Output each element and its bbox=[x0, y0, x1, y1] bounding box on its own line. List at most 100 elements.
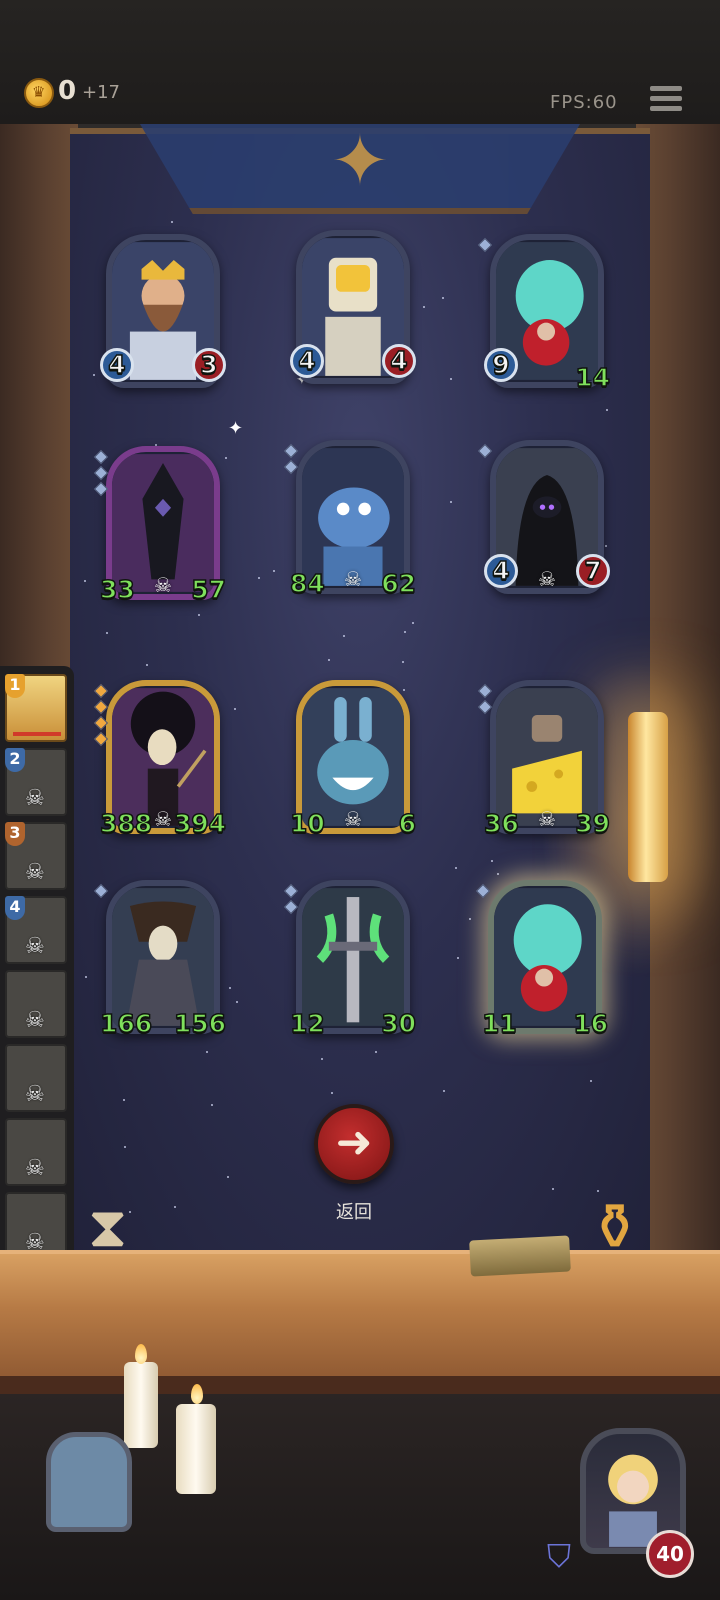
vase-icon: ⚱ bbox=[588, 1191, 642, 1265]
attack-stat: 4 bbox=[484, 554, 518, 588]
attack-stat: 4 bbox=[100, 348, 134, 382]
health-stat: 4 bbox=[382, 344, 416, 378]
health-bar bbox=[13, 732, 61, 736]
enemy-card-bunny-robot[interactable]: 10 ☠ 6 bbox=[289, 680, 417, 839]
player-health: 40 bbox=[646, 1530, 694, 1578]
opponent-list: 1 2 ☠ 3 ☠ 4 ☠ ☠ ☠ ☠ ☠ bbox=[0, 666, 74, 1272]
attack-stat: 10 bbox=[289, 808, 325, 839]
star bbox=[173, 1205, 176, 1208]
attack-stat: 84 bbox=[289, 568, 325, 599]
enemy-card-cheese-golem[interactable]: 36 ☠ 39 bbox=[477, 680, 611, 839]
enemy-card-cursed-sword[interactable]: 12 30 bbox=[283, 880, 417, 1039]
skull-icon: ☠ bbox=[538, 567, 556, 591]
attack-stat: 9 bbox=[484, 348, 518, 382]
star bbox=[83, 579, 86, 582]
attack-stat: 36 bbox=[483, 808, 519, 839]
enemy-card-golden-robot[interactable]: 4 4 bbox=[290, 230, 416, 384]
shield-icon[interactable]: ⛉ bbox=[540, 1536, 578, 1576]
opponent-item[interactable]: ☠ bbox=[5, 970, 67, 1038]
flame-icon bbox=[191, 1384, 203, 1404]
player-portrait-left[interactable] bbox=[46, 1432, 132, 1532]
compass-star-icon: ✦ bbox=[330, 120, 390, 202]
health-stat: 156 bbox=[173, 1008, 227, 1039]
health-stat: 57 bbox=[190, 574, 226, 605]
books-icon bbox=[469, 1235, 571, 1277]
health-stat: 16 bbox=[572, 1008, 608, 1039]
star bbox=[454, 866, 457, 869]
star bbox=[468, 917, 471, 920]
health-stat: 30 bbox=[380, 1008, 416, 1039]
health-stat: 3 bbox=[192, 348, 226, 382]
health-stat: 394 bbox=[173, 808, 227, 839]
opponent-item[interactable]: ☠ bbox=[5, 1044, 67, 1112]
hourglass-icon: ⧗ bbox=[88, 1195, 128, 1260]
enemy-card-blue-dragon[interactable]: 84 ☠ 62 bbox=[283, 440, 417, 599]
rank-badge: 2 bbox=[5, 748, 25, 772]
health-stat: 6 bbox=[398, 808, 417, 839]
attack-stat: 388 bbox=[99, 808, 153, 839]
enemy-card-reaper[interactable]: 166 156 bbox=[93, 880, 227, 1039]
rank-badge: 3 bbox=[5, 822, 25, 846]
star bbox=[443, 1089, 446, 1092]
table-edge bbox=[0, 1376, 720, 1394]
skull-icon: ☠ bbox=[344, 807, 362, 831]
fps-counter: FPS:60 bbox=[550, 92, 618, 113]
star bbox=[449, 500, 452, 503]
enemy-card-ghost-giant[interactable]: 9 14 bbox=[477, 234, 611, 393]
enemy-card-skeleton-mage[interactable]: 388 ☠ 394 bbox=[93, 680, 227, 839]
skull-icon: ☠ bbox=[25, 1082, 45, 1107]
attack-stat: 33 bbox=[99, 574, 135, 605]
enemy-card-ghost-giant-2[interactable]: 11 16 bbox=[475, 880, 609, 1039]
rank-badge: 4 bbox=[5, 896, 25, 920]
star bbox=[404, 630, 407, 633]
star bbox=[342, 634, 345, 637]
enemy-card-dark-knight[interactable]: 33 ☠ 57 bbox=[93, 446, 227, 605]
opponent-item[interactable]: ☠ bbox=[5, 1118, 67, 1186]
rank-badge: 1 bbox=[5, 674, 25, 698]
star bbox=[170, 220, 173, 223]
enemy-card-hooded-shadow[interactable]: 4 ☠ 7 bbox=[477, 440, 610, 594]
skull-icon: ☠ bbox=[25, 786, 45, 811]
health-stat: 62 bbox=[380, 568, 416, 599]
lamp-icon bbox=[628, 712, 668, 882]
health-stat: 39 bbox=[574, 808, 610, 839]
attack-stat: 11 bbox=[481, 1008, 517, 1039]
back-button[interactable]: ➜ bbox=[314, 1104, 394, 1184]
skull-icon: ☠ bbox=[154, 573, 172, 597]
skull-icon: ☠ bbox=[25, 1156, 45, 1181]
opponent-item[interactable]: 3 ☠ bbox=[5, 822, 67, 890]
enemy-card-king[interactable]: 4 3 bbox=[100, 234, 226, 388]
arrow-left-icon: ➜ bbox=[335, 1117, 373, 1168]
health-stat: 7 bbox=[576, 554, 610, 588]
skull-icon: ☠ bbox=[25, 1008, 45, 1033]
sparkle-icon: ✦ bbox=[228, 418, 244, 439]
opponent-item[interactable]: 4 ☠ bbox=[5, 896, 67, 964]
opponent-item[interactable]: 2 ☠ bbox=[5, 748, 67, 816]
candle-icon bbox=[176, 1404, 216, 1494]
attack-stat: 12 bbox=[289, 1008, 325, 1039]
skull-icon: ☠ bbox=[538, 807, 556, 831]
menu-icon[interactable] bbox=[650, 86, 682, 114]
health-stat: 14 bbox=[574, 362, 610, 393]
candle-icon bbox=[124, 1362, 158, 1448]
skull-icon: ☠ bbox=[344, 567, 362, 591]
coin-icon bbox=[24, 78, 54, 108]
skull-icon: ☠ bbox=[154, 807, 172, 831]
star bbox=[225, 456, 228, 459]
skull-icon: ☠ bbox=[25, 934, 45, 959]
attack-stat: 4 bbox=[290, 344, 324, 378]
skull-icon: ☠ bbox=[25, 860, 45, 885]
star bbox=[411, 621, 414, 624]
attack-stat: 166 bbox=[99, 1008, 153, 1039]
coin-count: 0 bbox=[58, 76, 77, 106]
star bbox=[441, 296, 444, 299]
star bbox=[129, 1210, 132, 1213]
star bbox=[605, 409, 608, 412]
coin-bonus: +17 bbox=[82, 82, 120, 103]
star bbox=[228, 986, 231, 989]
opponent-item[interactable]: 1 bbox=[5, 674, 67, 742]
star bbox=[449, 377, 452, 380]
flame-icon bbox=[135, 1344, 147, 1364]
top-bar: 0 +17 FPS:60 bbox=[0, 0, 720, 124]
back-label: 返回 bbox=[336, 1202, 372, 1223]
